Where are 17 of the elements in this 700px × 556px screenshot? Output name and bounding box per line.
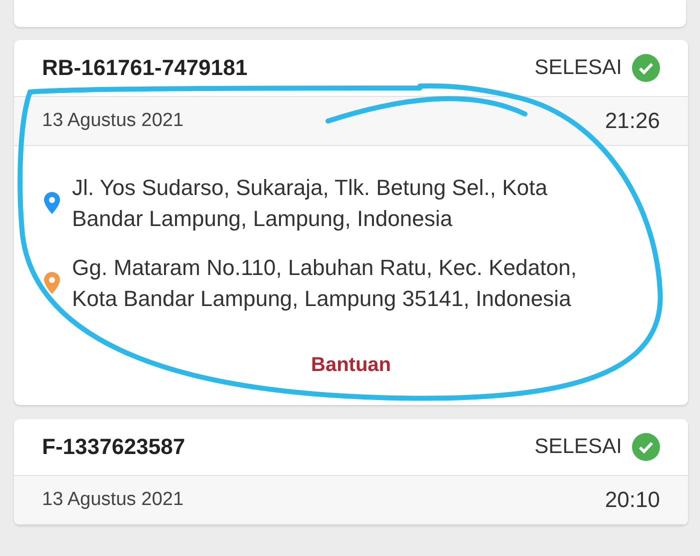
order-time: 21:26 [604,108,660,134]
address-text: Jl. Yos Sudarso, Sukaraja, Tlk. Betung Sel., Kota Bandar Lampung, Lampung, Indonesia [72,174,548,233]
check-icon [632,433,660,461]
pin-icon [44,272,60,294]
order-id: RB-161761-7479181 [42,55,248,81]
pin-icon [44,192,60,214]
order-status: SELESAI [534,56,622,80]
address-text: Gg. Mataram No.110, Labuhan Ratu, Kec. Kedaton, Kota Bandar Lampung, Lampung 35141, Indonesia [72,254,577,313]
order-status: SELESAI [534,435,622,459]
check-icon [632,54,660,82]
order-time: 20:10 [604,487,660,513]
order-card[interactable] [14,40,688,405]
order-date: 13 Agustus 2021 [42,489,184,511]
order-date: 13 Agustus 2021 [42,110,184,132]
help-link[interactable]: Bantuan [303,350,399,381]
order-card[interactable]: F-1337623587 SELESAI 13 Agustus 2021 20:10 [14,419,688,525]
order-id: F-1337623587 [42,434,186,460]
